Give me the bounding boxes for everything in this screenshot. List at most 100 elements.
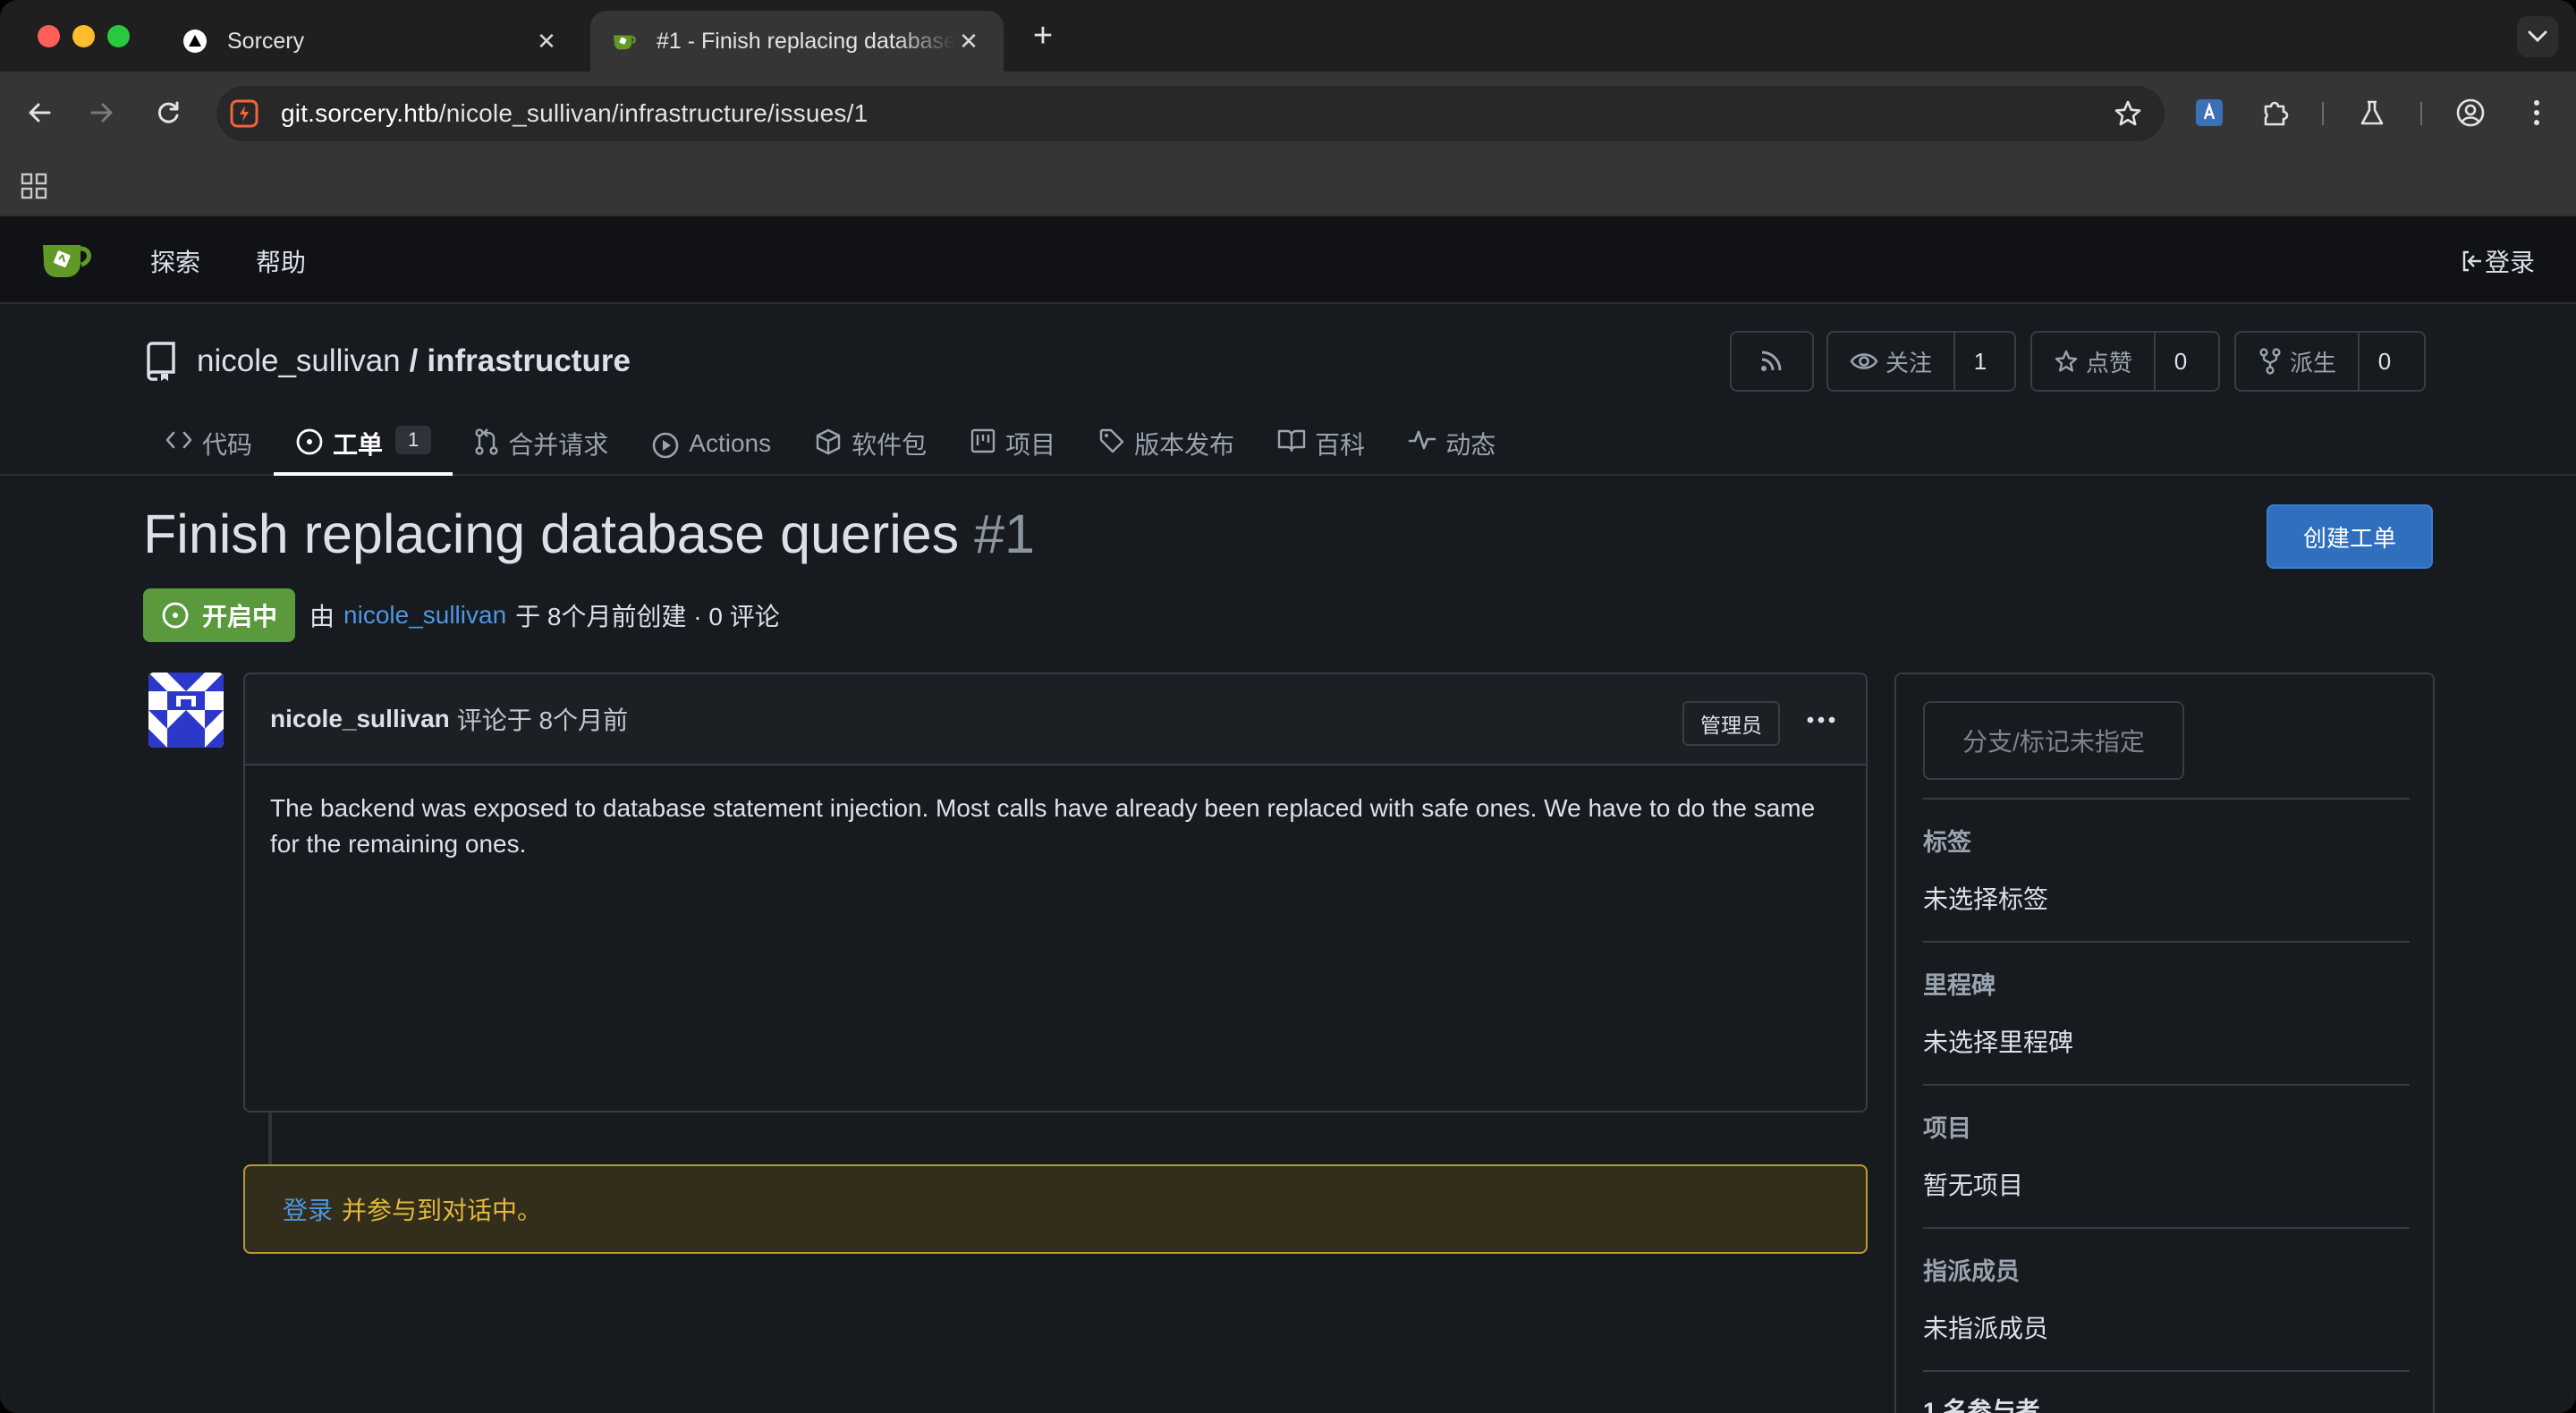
tab-releases[interactable]: 版本发布: [1077, 410, 1256, 476]
package-icon: [816, 428, 841, 455]
gitea-logo-icon[interactable]: [39, 238, 95, 281]
address-bar[interactable]: git.sorcery.htb/nicole_sullivan/infrastr…: [216, 86, 2165, 141]
branch-selector-button[interactable]: 分支/标记未指定: [1923, 701, 2184, 780]
extension-translate-icon[interactable]: [2188, 91, 2231, 134]
watch-button[interactable]: 关注 1: [1826, 331, 2016, 392]
gitea-page: 探索 帮助 登录 nicole_sullivan / infrastructur…: [0, 216, 2576, 1413]
tab-code[interactable]: 代码: [143, 410, 274, 476]
code-icon: [165, 431, 192, 449]
new-tab-button[interactable]: +: [1025, 19, 1061, 55]
sidebar-heading: 1 名参与者: [1923, 1398, 2040, 1413]
comment-header: nicole_sullivan 评论于 8个月前 管理员: [245, 674, 1866, 766]
browser-tab-issue[interactable]: #1 - Finish replacing database queries -…: [590, 11, 1004, 72]
comment-box: nicole_sullivan 评论于 8个月前 管理员 The backend…: [243, 673, 1868, 1113]
login-notice: 登录 并参与到对话中。: [243, 1164, 1868, 1254]
sidebar-heading: 标签: [1923, 829, 1971, 856]
bookmarks-bar: [0, 154, 2576, 216]
repo-title: nicole_sullivan / infrastructure: [143, 340, 631, 383]
issue-number: #1: [974, 503, 1035, 564]
repo-header: nicole_sullivan / infrastructure 关注 1 点赞…: [0, 304, 2576, 476]
issue-title: Finish replacing database queries #1: [143, 503, 1035, 564]
browser-toolbar: git.sorcery.htb/nicole_sullivan/infrastr…: [0, 72, 2576, 154]
tab-projects[interactable]: 项目: [948, 410, 1077, 476]
forward-button[interactable]: [80, 91, 123, 134]
sidebar-projects: 项目 暂无项目: [1923, 1084, 2410, 1227]
watch-count[interactable]: 1: [1953, 333, 2005, 390]
tab-title: #1 - Finish replacing database queries -…: [657, 28, 955, 54]
sign-in-icon: [2462, 250, 2481, 272]
tab-wiki[interactable]: 百科: [1256, 410, 1386, 476]
close-icon[interactable]: ✕: [533, 28, 560, 55]
eye-icon: [1850, 353, 1878, 369]
arrow-right-icon: [90, 103, 113, 123]
sidebar-milestone: 里程碑 未选择里程碑: [1923, 941, 2410, 1084]
reload-icon: [157, 101, 179, 123]
tab-activity[interactable]: 动态: [1386, 410, 1517, 476]
triangle-logo-icon: [182, 29, 208, 54]
browser-tab-sorcery[interactable]: Sorcery ✕: [161, 11, 581, 72]
site-info-icon[interactable]: [229, 98, 259, 129]
fork-button[interactable]: 派生 0: [2234, 331, 2426, 392]
reload-button[interactable]: [147, 91, 190, 134]
star-icon: [2055, 350, 2078, 372]
star-count[interactable]: 0: [2154, 333, 2206, 390]
labs-flask-icon[interactable]: [2351, 91, 2394, 134]
tab-title: Sorcery: [227, 28, 305, 54]
sidebar-heading: 里程碑: [1923, 972, 1996, 999]
timeline-line: [268, 1113, 272, 1164]
pull-request-icon: [475, 428, 498, 455]
comment-body: The backend was exposed to database stat…: [270, 794, 1816, 858]
login-notice-link[interactable]: 登录: [283, 1191, 333, 1227]
nav-help[interactable]: 帮助: [256, 243, 306, 279]
issue-sidebar: 分支/标记未指定 标签 未选择标签 里程碑 未选择里程碑 项目 暂无项目 指派成…: [1894, 673, 2435, 1413]
tab-packages[interactable]: 软件包: [792, 410, 948, 476]
gitea-navbar: 探索 帮助 登录: [0, 216, 2576, 304]
fork-icon: [2259, 348, 2281, 375]
tab-search-button[interactable]: [2517, 16, 2558, 57]
role-badge: 管理员: [1682, 701, 1780, 746]
avatar[interactable]: [148, 673, 224, 748]
sidebar-value: 未选择里程碑: [1923, 1028, 2074, 1056]
sidebar-labels: 标签 未选择标签: [1923, 798, 2410, 941]
comment-timestamp[interactable]: 评论于 8个月前: [457, 701, 628, 737]
new-issue-button[interactable]: 创建工单: [2267, 504, 2433, 569]
tab-pull-requests[interactable]: 合并请求: [453, 410, 630, 476]
issue-meta: 开启中 由 nicole_sullivan 于 8个月前创建 · 0 评论: [143, 588, 780, 642]
comment-options-button[interactable]: [1803, 708, 1839, 732]
tab-bar: Sorcery ✕ #1 - Finish replacing database…: [0, 0, 2576, 72]
comment-author-link[interactable]: nicole_sullivan: [270, 705, 450, 733]
tab-actions[interactable]: Actions: [630, 410, 792, 476]
toolbar-separator: [2322, 102, 2324, 125]
repo-separator: /: [409, 343, 419, 378]
nav-login[interactable]: 登录: [2460, 243, 2535, 279]
issue-author-link[interactable]: nicole_sullivan: [343, 601, 506, 630]
minimize-window-button[interactable]: [72, 25, 95, 47]
bookmark-star-icon[interactable]: [2111, 97, 2145, 131]
tab-issues[interactable]: 工单 1: [274, 410, 453, 476]
chevron-down-icon: [2528, 30, 2547, 43]
profile-icon[interactable]: [2449, 91, 2492, 134]
back-button[interactable]: [18, 91, 61, 134]
toolbar-separator: [2420, 102, 2422, 125]
issue-comment: nicole_sullivan 评论于 8个月前 管理员 The backend…: [243, 673, 1868, 1113]
sidebar-heading: 项目: [1923, 1115, 1971, 1142]
tag-icon: [1099, 428, 1124, 453]
close-window-button[interactable]: [38, 25, 60, 47]
zoom-window-button[interactable]: [107, 25, 130, 47]
issues-count-badge: 1: [395, 426, 432, 454]
close-icon[interactable]: ✕: [955, 28, 982, 55]
browser-menu-icon[interactable]: [2515, 91, 2558, 134]
arrow-left-icon: [29, 103, 51, 123]
repo-tab-menu: 代码 工单 1 合并请求 Actions 软件包 项目 版本发布 百科 动态: [143, 410, 1517, 476]
gitea-icon: [612, 29, 637, 54]
repo-icon: [147, 342, 175, 381]
fork-count[interactable]: 0: [2358, 333, 2410, 390]
pulse-icon: [1408, 430, 1436, 450]
rss-button[interactable]: [1730, 331, 1814, 392]
extensions-puzzle-icon[interactable]: [2254, 91, 2297, 134]
repo-name-link[interactable]: infrastructure: [427, 343, 631, 379]
repo-owner-link[interactable]: nicole_sullivan: [197, 343, 401, 379]
nav-explore[interactable]: 探索: [150, 243, 200, 279]
apps-grid-icon[interactable]: [20, 172, 48, 205]
star-button[interactable]: 点赞 0: [2030, 331, 2220, 392]
